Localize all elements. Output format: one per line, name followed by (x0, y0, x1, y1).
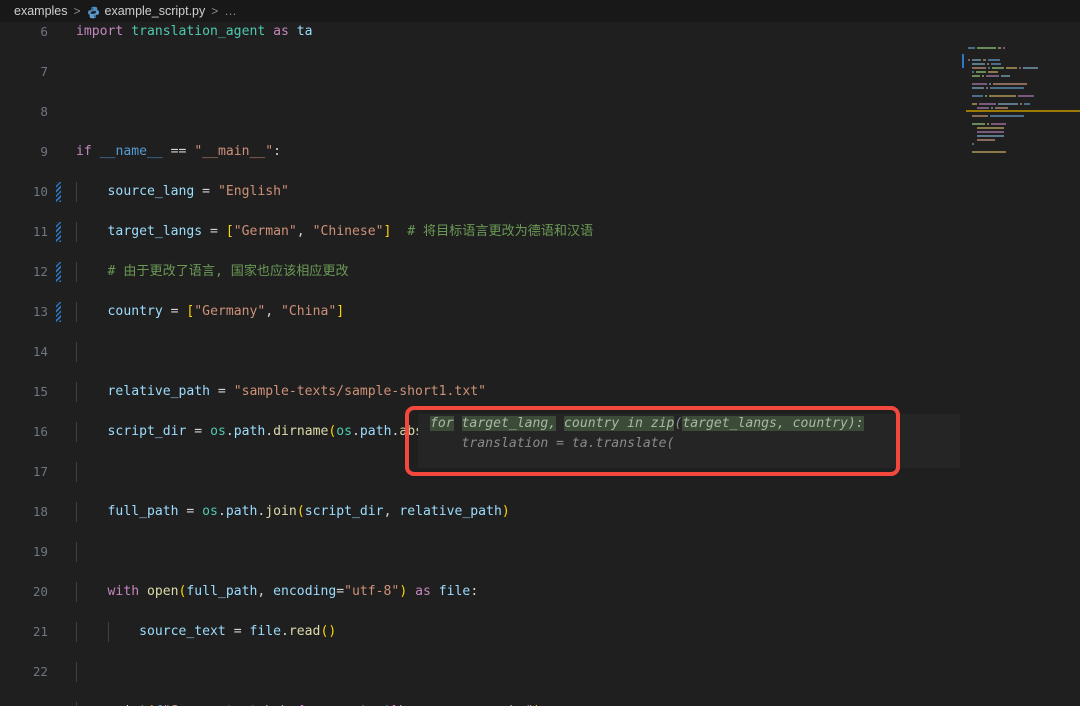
line-number: 15 (32, 384, 48, 399)
line-number: 17 (32, 464, 48, 479)
code-line[interactable]: 7 (0, 62, 1080, 82)
line-content: import translation_agent as ta (76, 24, 313, 39)
python-file-icon (87, 6, 100, 19)
gutter-change-indicator (56, 262, 61, 282)
line-content: source_lang = "English" (107, 184, 289, 199)
line-number: 13 (32, 304, 48, 319)
code-line[interactable]: 14 (0, 342, 1080, 362)
line-content: country = ["Germany", "China"] (107, 304, 345, 319)
line-content: with open(full_path, encoding="utf-8") a… (107, 584, 479, 599)
indent-guide (76, 342, 77, 362)
line-content: full_path = os.path.join(script_dir, rel… (107, 504, 510, 519)
breadcrumb-item-file[interactable]: example_script.py (105, 4, 206, 18)
line-content: target_langs = ["German", "Chinese"] # 将… (107, 224, 594, 239)
line-number: 8 (40, 104, 48, 119)
line-number: 6 (40, 24, 48, 39)
code-line[interactable]: 18 full_path = os.path.join(script_dir, … (0, 502, 1080, 522)
code-line[interactable]: 11 target_langs = ["German", "Chinese"] … (0, 222, 1080, 242)
breadcrumb: examples > example_script.py > … (0, 0, 1080, 22)
code-line[interactable]: 6 import translation_agent as ta (0, 22, 1080, 42)
line-number: 19 (32, 544, 48, 559)
line-content: if __name__ == "__main__": (76, 144, 282, 159)
code-editor[interactable]: 6 import translation_agent as ta 7 8 9 i… (0, 22, 1080, 706)
ghost-segment: country in zip (564, 416, 675, 431)
gutter-change-indicator (56, 302, 61, 322)
indent-guide (76, 542, 77, 562)
code-line[interactable]: 20 with open(full_path, encoding="utf-8"… (0, 582, 1080, 602)
inline-suggestion-widget[interactable]: for target_lang, country in zip(target_l… (418, 414, 970, 468)
gutter-change-indicator (56, 182, 61, 202)
ghost-segment: target_lang, (461, 416, 557, 431)
line-number: 18 (32, 504, 48, 519)
code-line[interactable]: 8 (0, 102, 1080, 122)
breadcrumb-item-folder[interactable]: examples (14, 4, 68, 18)
line-content: print(f"Source text:\n\n{source_text}\n-… (76, 702, 542, 706)
indent-guide (76, 462, 77, 482)
line-number: 20 (32, 584, 48, 599)
code-line[interactable]: 12 # 由于更改了语言, 国家也应该相应更改 (0, 262, 1080, 282)
breadcrumb-separator-2: > (211, 4, 219, 18)
minimap-token (972, 151, 1007, 153)
code-line[interactable]: 9 if __name__ == "__main__": (0, 142, 1080, 162)
suggestion-line-1: for target_lang, country in zip(target_l… (418, 414, 970, 434)
code-line[interactable]: 22 (0, 662, 1080, 682)
minimap[interactable] (960, 22, 1080, 706)
code-line[interactable]: 21 source_text = file.read() (0, 622, 1080, 642)
code-line[interactable]: 19 (0, 542, 1080, 562)
code-line[interactable]: 15 relative_path = "sample-texts/sample-… (0, 382, 1080, 402)
breadcrumb-separator-1: > (73, 4, 81, 18)
code-line[interactable]: 23 print(f"Source text:\n\n{source_text}… (0, 702, 1080, 706)
line-number: 12 (32, 264, 48, 279)
line-content: # 由于更改了语言, 国家也应该相应更改 (107, 264, 349, 279)
line-number: 9 (40, 144, 48, 159)
line-number: 10 (32, 184, 48, 199)
line-number: 21 (32, 624, 48, 639)
line-number: 14 (32, 344, 48, 359)
suggestion-line-2: translation = ta.translate( (430, 436, 675, 451)
breadcrumb-overflow-ellipsis[interactable]: … (224, 4, 237, 18)
code-line[interactable]: 13 country = ["Germany", "China"] (0, 302, 1080, 322)
code-line[interactable]: 10 source_lang = "English" (0, 182, 1080, 202)
minimap-row (960, 144, 1080, 148)
line-content: relative_path = "sample-texts/sample-sho… (107, 384, 486, 399)
line-number: 7 (40, 64, 48, 79)
line-number: 11 (32, 224, 48, 239)
indent-guide (76, 662, 77, 682)
ghost-segment: for (430, 416, 454, 431)
line-number: 22 (32, 664, 48, 679)
ghost-segment: target_langs, country): (682, 416, 864, 431)
line-content: source_text = file.read() (139, 624, 337, 639)
line-number: 16 (32, 424, 48, 439)
line-number: 23 (0, 702, 48, 706)
gutter-change-indicator (56, 222, 61, 242)
